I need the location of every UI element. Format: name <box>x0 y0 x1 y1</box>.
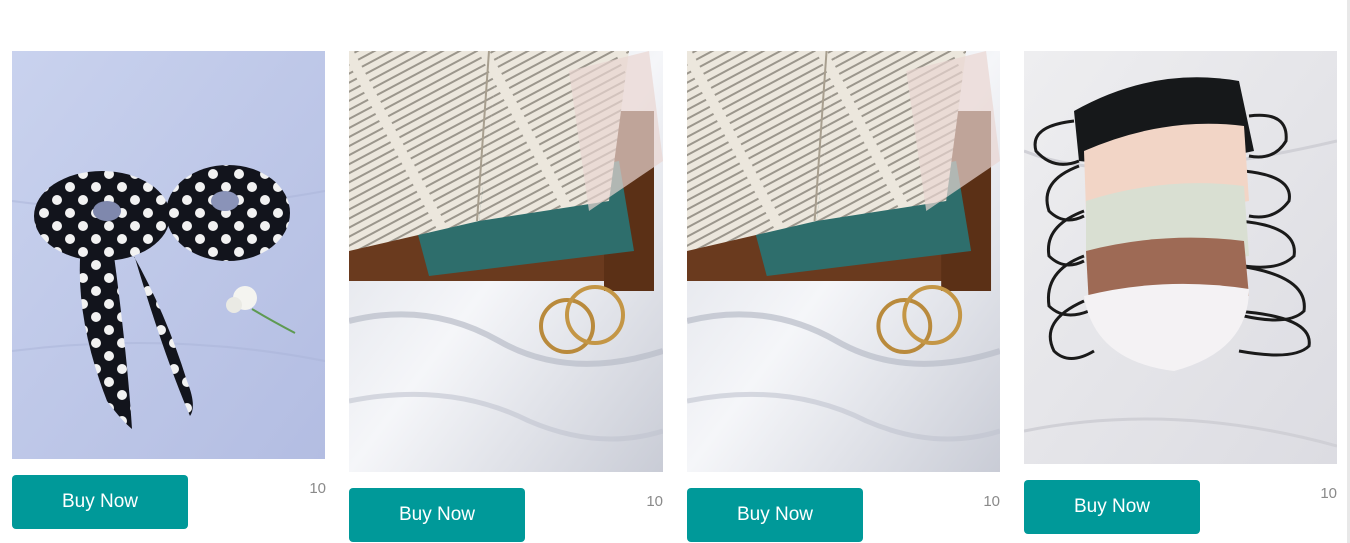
book-earrings-image[interactable] <box>687 51 1000 472</box>
book-earrings-image[interactable] <box>349 51 663 472</box>
buy-now-button[interactable]: Buy Now <box>687 488 863 542</box>
buy-now-button[interactable]: Buy Now <box>12 475 188 529</box>
satin-masks-image[interactable] <box>1024 51 1337 464</box>
polka-dot-scrunchie-image[interactable] <box>12 51 325 459</box>
buy-now-button[interactable]: Buy Now <box>1024 480 1200 534</box>
buy-now-button[interactable]: Buy Now <box>349 488 525 542</box>
item-count: 10 <box>309 480 326 497</box>
item-count: 10 <box>646 493 663 510</box>
item-count: 10 <box>983 493 1000 510</box>
item-count: 10 <box>1320 485 1337 502</box>
